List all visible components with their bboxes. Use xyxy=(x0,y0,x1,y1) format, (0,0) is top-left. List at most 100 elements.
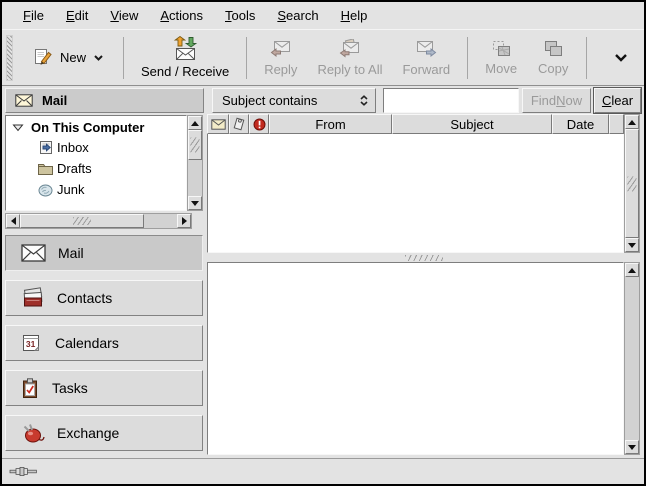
menu-file[interactable]: File xyxy=(12,4,55,27)
menu-actions[interactable]: Actions xyxy=(149,4,214,27)
scroll-left-button[interactable] xyxy=(6,214,20,228)
arrow-right-icon xyxy=(182,217,191,225)
tree-item-label: Drafts xyxy=(57,161,92,176)
scrollbar-thumb[interactable] xyxy=(188,130,202,160)
message-list-vertical-scrollbar[interactable] xyxy=(624,114,640,253)
reply-button[interactable]: Reply xyxy=(254,35,307,81)
scrollbar-thumb[interactable] xyxy=(625,129,639,238)
folder-tree-horizontal-scrollbar[interactable] xyxy=(5,213,192,229)
mail-envelope-icon xyxy=(21,244,46,262)
arrow-down-icon xyxy=(628,445,636,454)
scroll-up-button[interactable] xyxy=(188,116,202,130)
scroll-up-button[interactable] xyxy=(625,263,639,277)
arrow-up-icon xyxy=(628,264,636,273)
scrollbar-trough[interactable] xyxy=(625,277,639,440)
preview-pane[interactable] xyxy=(207,262,624,455)
column-message-status[interactable] xyxy=(207,114,229,134)
toolbar-separator xyxy=(467,37,468,79)
copy-button[interactable]: Copy xyxy=(527,36,579,80)
column-from-label: From xyxy=(315,117,345,132)
folder-icon xyxy=(37,162,54,176)
column-subject[interactable]: Subject xyxy=(392,114,552,134)
arrow-down-icon xyxy=(628,243,636,252)
splitter-grip-icon xyxy=(405,255,443,261)
combo-arrow-icon xyxy=(359,95,369,106)
shortcut-tasks-button[interactable]: Tasks xyxy=(5,370,203,406)
tree-item-junk[interactable]: Junk xyxy=(6,179,186,200)
forward-button[interactable]: Forward xyxy=(392,35,460,81)
shortcut-calendars-button[interactable]: 31 Calendars xyxy=(5,325,203,361)
move-button[interactable]: Move xyxy=(475,36,527,80)
scroll-up-button[interactable] xyxy=(625,115,639,129)
online-status-connector-icon[interactable] xyxy=(9,465,39,478)
scroll-right-button[interactable] xyxy=(177,214,191,228)
shortcut-label: Mail xyxy=(58,245,84,261)
message-list-body[interactable] xyxy=(207,134,624,253)
send-receive-label: Send / Receive xyxy=(141,64,229,79)
send-receive-button[interactable]: Send / Receive xyxy=(131,32,239,83)
thumb-grip xyxy=(628,176,637,191)
shortcut-contacts-button[interactable]: Contacts xyxy=(5,280,203,316)
evolution-main-window: File Edit View Actions Tools Search Help… xyxy=(0,0,646,486)
message-list-header: From Subject Date xyxy=(207,114,624,134)
scrollbar-trough[interactable] xyxy=(188,160,202,196)
arrow-up-icon xyxy=(628,116,636,125)
menu-search[interactable]: Search xyxy=(266,4,329,27)
toolbar-drag-handle[interactable] xyxy=(6,35,13,81)
toolbar-separator xyxy=(586,37,587,79)
tree-root-on-this-computer[interactable]: On This Computer xyxy=(6,116,186,137)
search-criteria-value: Subject contains xyxy=(222,93,317,108)
shortcut-mail-button[interactable]: Mail xyxy=(5,235,203,271)
copy-label: Copy xyxy=(538,61,568,76)
contacts-book-icon xyxy=(21,287,45,309)
search-criteria-dropdown[interactable]: Subject contains xyxy=(212,88,376,113)
tree-item-drafts[interactable]: Drafts xyxy=(6,158,186,179)
find-now-button[interactable]: Find Now xyxy=(522,88,591,113)
junk-icon xyxy=(37,183,54,197)
expander-triangle-icon[interactable] xyxy=(12,124,24,132)
reply-icon xyxy=(269,39,293,59)
folder-tree-vertical-scrollbar[interactable] xyxy=(187,115,203,211)
scrollbar-thumb[interactable] xyxy=(20,214,144,228)
scrollbar-trough[interactable] xyxy=(144,214,177,228)
reply-to-all-label: Reply to All xyxy=(317,62,382,77)
folder-tree: On This Computer Inbox Drafts xyxy=(5,115,187,211)
tree-root-label: On This Computer xyxy=(31,120,144,135)
menu-view[interactable]: View xyxy=(99,4,149,27)
scroll-down-button[interactable] xyxy=(625,238,639,252)
column-filler xyxy=(609,114,624,134)
send-receive-icon xyxy=(172,36,199,61)
reply-label: Reply xyxy=(264,62,297,77)
shortcut-label: Calendars xyxy=(55,335,119,351)
folder-pane-header: Mail xyxy=(5,88,204,113)
search-query-input[interactable] xyxy=(383,88,519,113)
preview-vertical-scrollbar[interactable] xyxy=(624,262,640,455)
tree-item-label: Inbox xyxy=(57,140,89,155)
menu-tools[interactable]: Tools xyxy=(214,4,266,27)
thumb-grip xyxy=(73,217,91,225)
column-from[interactable]: From xyxy=(269,114,392,134)
mail-envelope-icon xyxy=(15,94,33,107)
column-attachment[interactable] xyxy=(229,114,249,134)
priority-icon xyxy=(253,118,266,131)
tree-item-inbox[interactable]: Inbox xyxy=(6,137,186,158)
attachment-icon xyxy=(232,117,246,131)
arrow-left-icon xyxy=(7,217,16,225)
column-date[interactable]: Date xyxy=(552,114,609,134)
menu-edit[interactable]: Edit xyxy=(55,4,99,27)
scroll-down-button[interactable] xyxy=(188,196,202,210)
shortcut-exchange-button[interactable]: Exchange xyxy=(5,415,203,451)
pane-splitter[interactable] xyxy=(207,253,640,262)
shortcut-label: Contacts xyxy=(57,290,112,306)
clear-button[interactable]: Clear xyxy=(594,88,641,113)
new-message-icon xyxy=(33,48,53,67)
toolbar-overflow-button[interactable] xyxy=(604,44,638,71)
menu-help[interactable]: Help xyxy=(330,4,379,27)
scroll-down-button[interactable] xyxy=(625,440,639,454)
exchange-plug-icon xyxy=(21,423,45,444)
chevron-down-icon xyxy=(614,53,628,62)
new-button[interactable]: New xyxy=(21,42,116,73)
chevron-down-icon xyxy=(93,54,104,62)
reply-to-all-button[interactable]: Reply to All xyxy=(307,35,392,81)
column-priority[interactable] xyxy=(249,114,269,134)
